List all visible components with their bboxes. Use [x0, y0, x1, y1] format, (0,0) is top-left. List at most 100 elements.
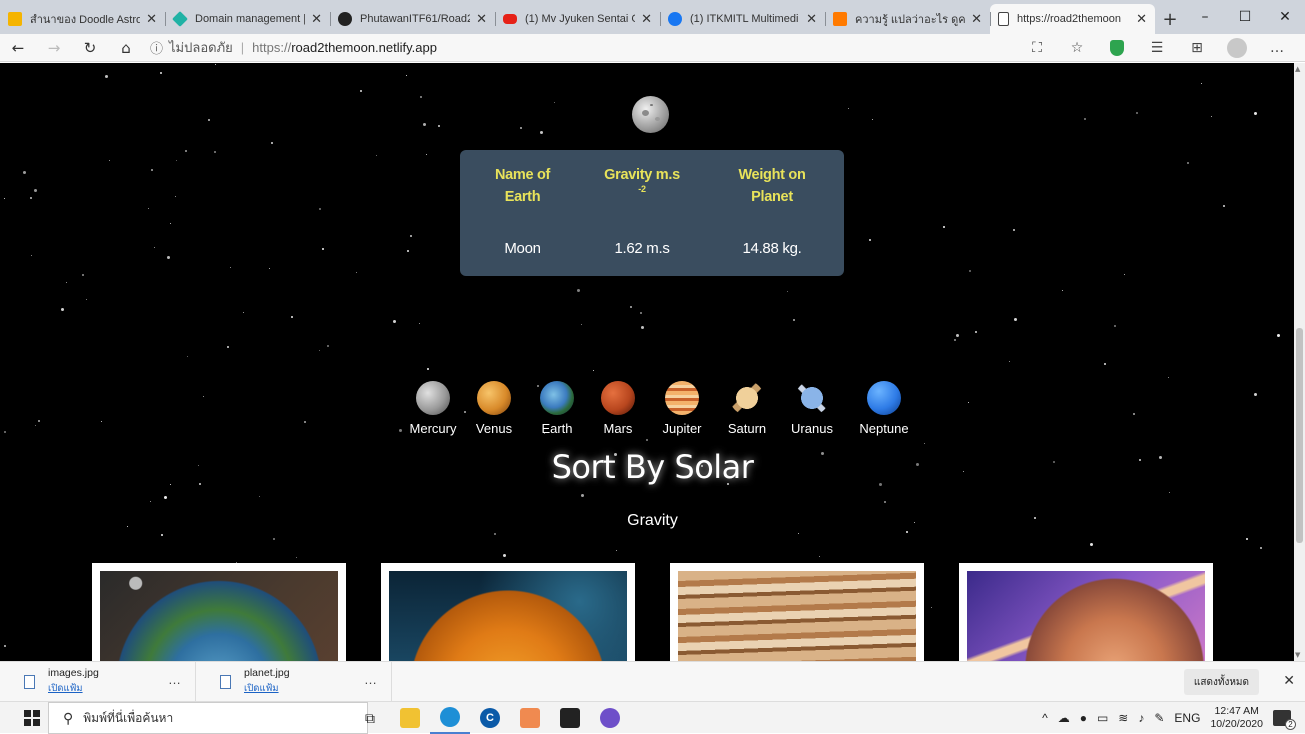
more-menu-icon[interactable]: …: [1257, 40, 1297, 56]
pen-icon[interactable]: ✎: [1154, 711, 1164, 725]
translate-icon[interactable]: ⛶: [1017, 40, 1057, 56]
profile-avatar[interactable]: [1217, 38, 1257, 58]
tab-close-icon[interactable]: ✕: [1136, 11, 1147, 27]
planet-neptune[interactable]: Neptune: [845, 381, 923, 436]
planet-mars[interactable]: Mars: [587, 381, 649, 436]
messenger-app-icon[interactable]: [510, 702, 550, 734]
microphone-icon[interactable]: ●: [1080, 711, 1087, 725]
cortana-app-icon[interactable]: C: [470, 702, 510, 734]
close-window-button[interactable]: ✕: [1265, 0, 1305, 34]
minimize-button[interactable]: –: [1185, 0, 1225, 34]
tab-domain-management[interactable]: Domain management | ✕: [165, 4, 330, 34]
tab-road2themoon[interactable]: https://road2themoon ✕: [990, 4, 1155, 34]
download-more-icon[interactable]: …: [364, 672, 377, 687]
forward-icon[interactable]: →: [36, 34, 72, 62]
star-dot: [1009, 361, 1010, 362]
download-item[interactable]: images.jpg เปิดแฟ้ม …: [0, 661, 196, 702]
planet-saturn[interactable]: Saturn: [715, 381, 779, 436]
star-dot: [872, 119, 873, 120]
venus-icon: [477, 381, 511, 415]
collections-icon[interactable]: ⊞: [1177, 40, 1217, 56]
volume-icon[interactable]: ♪: [1138, 711, 1144, 725]
tab-close-icon[interactable]: ✕: [146, 11, 157, 27]
tab-github[interactable]: PhutawanITF61/Road2 ✕: [330, 4, 495, 34]
onedrive-icon[interactable]: ☁: [1058, 711, 1070, 725]
tab-close-icon[interactable]: ✕: [311, 11, 322, 27]
star-dot: [273, 538, 275, 540]
download-item[interactable]: planet.jpg เปิดแฟ้ม …: [196, 661, 392, 702]
youtube-icon: [503, 14, 517, 24]
tab-youtube[interactable]: (1) Mv Jyuken Sentai G ✕: [495, 4, 660, 34]
saturn-card[interactable]: [959, 563, 1213, 661]
favorite-star-icon[interactable]: ☆: [1057, 40, 1097, 56]
page-scrollbar[interactable]: ▲ ▼: [1294, 63, 1305, 661]
edge-browser-icon[interactable]: [430, 702, 470, 734]
close-downloads-icon[interactable]: ✕: [1283, 672, 1295, 689]
star-dot: [931, 607, 932, 608]
favorites-list-icon[interactable]: ☰: [1137, 40, 1177, 56]
planet-label: Venus: [475, 421, 513, 436]
moon-icon[interactable]: [632, 96, 669, 133]
tab-close-icon[interactable]: ✕: [971, 11, 982, 27]
star-dot: [1168, 377, 1169, 378]
show-hidden-icons[interactable]: ^: [1042, 711, 1048, 725]
open-file-link[interactable]: เปิดแฟ้ม: [244, 681, 290, 696]
extension-shield-icon[interactable]: [1097, 40, 1137, 56]
planet-uranus[interactable]: Uranus: [779, 381, 845, 436]
github-desktop-icon[interactable]: [590, 702, 630, 734]
jupiter-card[interactable]: [670, 563, 924, 661]
info-value-gravity: 1.62 m.s: [614, 240, 670, 257]
show-all-downloads-button[interactable]: แสดงทั้งหมด: [1183, 669, 1259, 695]
star-dot: [66, 282, 67, 283]
star-dot: [23, 171, 26, 174]
star-dot: [554, 102, 555, 103]
star-dot: [208, 119, 210, 121]
tab-close-icon[interactable]: ✕: [806, 11, 817, 27]
earth-card[interactable]: [92, 563, 346, 661]
saturn-icon: [730, 381, 764, 415]
tab-facebook[interactable]: (1) ITKMITL Multimedi ✕: [660, 4, 825, 34]
refresh-icon[interactable]: ↻: [72, 34, 108, 62]
file-explorer-icon[interactable]: [390, 702, 430, 734]
wifi-icon[interactable]: ≋: [1118, 711, 1128, 725]
venus-card[interactable]: [381, 563, 635, 661]
system-tray: ^ ☁ ● ▭ ≋ ♪ ✎ ENG 12:47 AM 10/20/2020 2: [1042, 702, 1305, 734]
scroll-down-icon[interactable]: ▼: [1295, 651, 1300, 659]
tab-dictionary[interactable]: ความรู้ แปลว่าอะไร ดูความ ✕: [825, 4, 990, 34]
scroll-up-icon[interactable]: ▲: [1295, 65, 1300, 73]
star-dot: [848, 108, 849, 109]
home-icon[interactable]: ⌂: [108, 34, 144, 62]
task-view-icon[interactable]: ⧉: [350, 702, 390, 734]
tab-label: สำนาของ Doodle Astro: [30, 14, 141, 26]
system-clock[interactable]: 12:47 AM 10/20/2020: [1210, 705, 1263, 731]
info-icon[interactable]: ⓘ: [150, 38, 163, 57]
game-app-icon[interactable]: [550, 702, 590, 734]
scrollbar-thumb[interactable]: [1296, 328, 1303, 543]
new-tab-button[interactable]: +: [1155, 4, 1185, 34]
open-file-link[interactable]: เปิดแฟ้ม: [48, 681, 99, 696]
download-more-icon[interactable]: …: [168, 672, 181, 687]
star-dot: [968, 402, 969, 403]
notification-center-icon[interactable]: 2: [1273, 710, 1296, 730]
star-dot: [1277, 334, 1280, 337]
tab-close-icon[interactable]: ✕: [476, 11, 487, 27]
language-indicator[interactable]: ENG: [1174, 711, 1200, 725]
url-field[interactable]: ⓘ ไม่ปลอดภัย | https:// road2themoon.net…: [150, 37, 437, 58]
planet-jupiter[interactable]: Jupiter: [649, 381, 715, 436]
sort-subtitle[interactable]: Gravity: [0, 512, 1294, 530]
tab-close-icon[interactable]: ✕: [641, 11, 652, 27]
star-dot: [393, 320, 396, 323]
battery-icon[interactable]: ▭: [1097, 711, 1108, 725]
windows-start-icon[interactable]: [24, 709, 40, 726]
taskbar-search-input[interactable]: ⚲ พิมพ์ที่นี่เพื่อค้นหา: [48, 702, 368, 734]
planet-venus[interactable]: Venus: [461, 381, 527, 436]
star-dot: [150, 501, 151, 502]
star-dot: [101, 421, 102, 422]
star-dot: [975, 331, 977, 333]
back-icon[interactable]: ←: [0, 34, 36, 62]
maximize-button[interactable]: ☐: [1225, 0, 1265, 34]
jupiter-icon: [665, 381, 699, 415]
planet-mercury[interactable]: Mercury: [405, 381, 461, 436]
tab-doodle[interactable]: สำนาของ Doodle Astro ✕: [0, 4, 165, 34]
planet-earth[interactable]: Earth: [527, 381, 587, 436]
